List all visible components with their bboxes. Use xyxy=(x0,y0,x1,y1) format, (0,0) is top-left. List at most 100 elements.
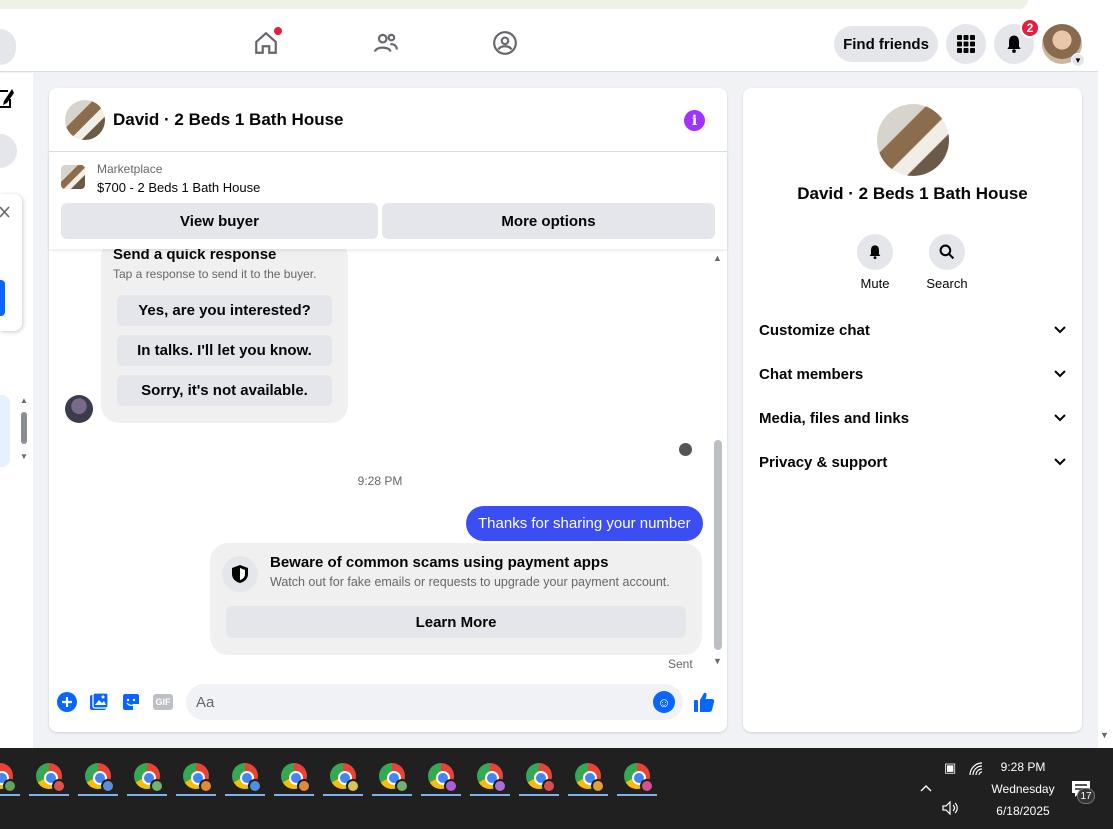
view-buyer-button[interactable]: View buyer xyxy=(61,203,378,239)
emoji-icon[interactable]: ☺ xyxy=(653,691,675,713)
search-icon xyxy=(939,244,955,260)
learn-more-button[interactable]: Learn More xyxy=(226,606,686,638)
scam-warning-title: Beware of common scams using payment app… xyxy=(270,554,609,571)
chrome-icon xyxy=(428,763,458,793)
active-window-indicator xyxy=(29,794,69,796)
taskbar-chrome-window[interactable] xyxy=(566,756,610,796)
taskbar-chrome-window[interactable] xyxy=(223,756,267,796)
notification-badge: 2 xyxy=(1020,18,1040,38)
listing-thumbnail[interactable] xyxy=(61,165,85,189)
profile-badge-icon xyxy=(346,779,360,793)
taskbar-chrome-window[interactable] xyxy=(174,756,218,796)
notifications-button[interactable]: 2 xyxy=(994,18,1040,64)
conversation-avatar[interactable] xyxy=(65,100,105,140)
quick-response-option[interactable]: In talks. I'll let you know. xyxy=(117,335,332,366)
taskbar-chrome-window[interactable] xyxy=(27,756,71,796)
taskbar-chrome-window[interactable] xyxy=(517,756,561,796)
scam-warning-subtitle: Watch out for fake emails or requests to… xyxy=(270,575,670,589)
popover-action-button-edge[interactable] xyxy=(0,280,5,316)
chrome-icon xyxy=(85,763,115,793)
media-files-links-section[interactable]: Media, files and links xyxy=(759,404,1066,432)
privacy-support-section[interactable]: Privacy & support xyxy=(759,448,1066,476)
selected-chat-edge[interactable] xyxy=(0,395,10,467)
gif-button[interactable]: GIF xyxy=(152,691,174,713)
page-scrollbar[interactable]: ▼ xyxy=(1098,16,1113,748)
home-nav-button[interactable] xyxy=(251,27,282,58)
profile-badge-icon xyxy=(542,779,556,793)
attach-photo-button[interactable] xyxy=(88,691,110,713)
message-input[interactable] xyxy=(196,684,636,720)
menu-button[interactable] xyxy=(946,24,986,64)
clock-date[interactable]: 6/18/2025 xyxy=(986,804,1060,818)
listing-title[interactable]: $700 - 2 Beds 1 Bath House xyxy=(97,180,260,195)
conversation-details-panel: David · 2 Beds 1 Bath House Mute Search … xyxy=(743,88,1082,732)
taskbar-chrome-window[interactable] xyxy=(370,756,414,796)
mute-button[interactable]: Mute xyxy=(845,234,905,291)
like-button[interactable] xyxy=(693,691,715,713)
quick-response-option[interactable]: Sorry, it's not available. xyxy=(117,375,332,406)
more-options-button[interactable]: More options xyxy=(382,203,715,239)
taskbar-chrome-window[interactable] xyxy=(615,756,659,796)
taskbar-chrome-window[interactable] xyxy=(76,756,120,796)
info-icon[interactable]: i xyxy=(684,110,705,131)
wifi-icon[interactable] xyxy=(969,762,983,776)
plus-circle-icon xyxy=(57,692,77,712)
search-label: Search xyxy=(926,276,968,291)
taskbar-chrome-window[interactable] xyxy=(0,756,22,796)
taskbar-chrome-window[interactable] xyxy=(468,756,512,796)
friends-nav-button[interactable] xyxy=(371,28,401,58)
top-navigation-bar: Find friends 2 ▼ xyxy=(0,16,1098,72)
groups-nav-button[interactable] xyxy=(490,28,520,58)
new-message-icon[interactable] xyxy=(0,87,14,111)
chrome-icon xyxy=(477,763,507,793)
quick-response-option[interactable]: Yes, are you interested? xyxy=(117,295,332,326)
clock-day[interactable]: Wednesday xyxy=(986,782,1060,796)
taskbar-chrome-window[interactable] xyxy=(419,756,463,796)
read-receipt-avatar xyxy=(679,443,692,456)
active-window-indicator xyxy=(617,794,657,796)
chat-list-scrollbar[interactable]: ▲ ▼ xyxy=(19,396,31,466)
search-messenger-edge[interactable] xyxy=(0,134,17,168)
active-window-indicator xyxy=(225,794,265,796)
active-window-indicator xyxy=(421,794,461,796)
taskbar-chrome-window[interactable] xyxy=(125,756,169,796)
chrome-icon xyxy=(183,763,213,793)
account-avatar[interactable]: ▼ xyxy=(1042,24,1085,67)
scam-warning-card: Beware of common scams using payment app… xyxy=(210,543,702,655)
volume-icon[interactable] xyxy=(942,801,960,815)
message-scrollbar[interactable]: ▲ ▼ xyxy=(711,250,725,670)
chevron-down-icon xyxy=(1054,326,1066,334)
chevron-down-icon xyxy=(1054,414,1066,422)
taskbar-chrome-window[interactable] xyxy=(272,756,316,796)
close-icon[interactable] xyxy=(0,206,10,218)
more-actions-button[interactable] xyxy=(56,691,78,713)
left-sidebar-edge: ▲ ▼ xyxy=(0,29,33,748)
chevron-up-icon[interactable] xyxy=(920,784,932,792)
chrome-icon xyxy=(624,763,654,793)
shield-icon xyxy=(232,565,248,583)
notification-center-button[interactable]: 17 xyxy=(1071,780,1095,804)
profile-badge-icon xyxy=(150,779,164,793)
thumbs-up-icon xyxy=(694,692,715,712)
chat-members-section[interactable]: Chat members xyxy=(759,360,1066,388)
find-friends-button[interactable]: Find friends xyxy=(834,26,938,62)
photo-icon xyxy=(90,692,109,710)
taskbar-chrome-window[interactable] xyxy=(321,756,365,796)
customize-chat-section[interactable]: Customize chat xyxy=(759,316,1066,344)
active-window-indicator xyxy=(274,794,314,796)
grid-menu-icon xyxy=(957,35,975,53)
conversation-header: David · 2 Beds 1 Bath House i xyxy=(49,88,727,152)
profile-badge-icon xyxy=(395,779,409,793)
details-avatar[interactable] xyxy=(877,104,949,176)
sender-avatar[interactable] xyxy=(65,395,93,423)
scrollbar-thumb[interactable] xyxy=(714,440,722,650)
chrome-icon xyxy=(134,763,164,793)
sticker-button[interactable] xyxy=(120,691,142,713)
outgoing-message[interactable]: Thanks for sharing your number xyxy=(466,506,703,541)
search-conversation-button[interactable]: Search xyxy=(917,234,977,291)
conversation-title[interactable]: David · 2 Beds 1 Bath House xyxy=(113,110,344,130)
profile-badge-icon xyxy=(101,779,115,793)
quick-response-title: Send a quick response xyxy=(113,249,277,263)
meeting-icon[interactable]: ▣ xyxy=(944,760,956,776)
clock-time[interactable]: 9:28 PM xyxy=(990,760,1056,774)
